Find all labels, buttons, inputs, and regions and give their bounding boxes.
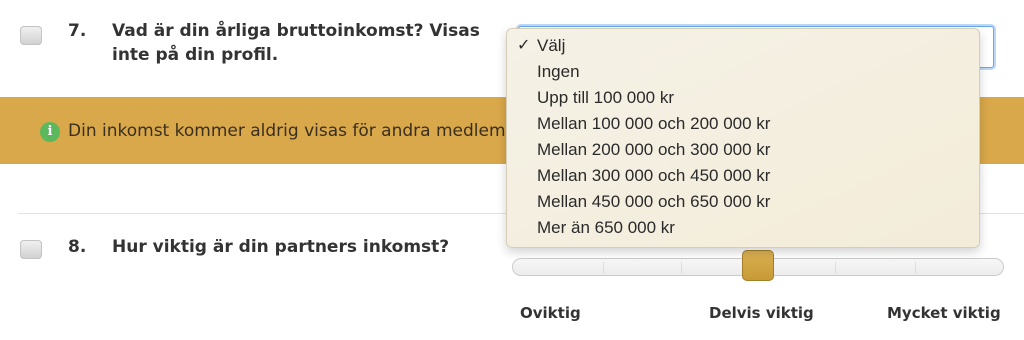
dropdown-option-label: Mellan 200 000 och 300 000 kr: [537, 140, 771, 159]
info-icon: i: [40, 122, 60, 142]
question-7-text: Vad är din årliga bruttoinkomst? Visas i…: [112, 19, 480, 67]
dropdown-option-label: Mer än 650 000 kr: [537, 218, 675, 237]
dropdown-option[interactable]: Upp till 100 000 kr: [507, 85, 979, 111]
dropdown-option-label: Mellan 300 000 och 450 000 kr: [537, 166, 771, 185]
slider-tick: [835, 262, 836, 273]
question-8-checkbox[interactable]: [20, 240, 42, 259]
question-8-text: Hur viktig är din partners inkomst?: [112, 237, 450, 257]
dropdown-option[interactable]: Mellan 200 000 och 300 000 kr: [507, 137, 979, 163]
checkmark-icon: ✓: [517, 37, 531, 54]
info-text: Din inkomst kommer aldrig visas för andr…: [68, 121, 508, 141]
question-7-checkbox[interactable]: [20, 26, 42, 45]
dropdown-option[interactable]: Mellan 300 000 och 450 000 kr: [507, 163, 979, 189]
dropdown-option[interactable]: Ingen: [507, 59, 979, 85]
question-7-text-line2: inte på din profil.: [112, 45, 279, 65]
dropdown-option-label: Mellan 450 000 och 650 000 kr: [537, 192, 771, 211]
dropdown-option-label: Upp till 100 000 kr: [537, 88, 675, 107]
slider-tick: [915, 262, 916, 273]
dropdown-option-label: Mellan 100 000 och 200 000 kr: [537, 114, 771, 133]
dropdown-option-label: Välj: [537, 36, 566, 55]
income-dropdown-menu: ✓ Välj Ingen Upp till 100 000 kr Mellan 1…: [506, 28, 980, 248]
slider-tick: [681, 262, 682, 273]
importance-slider-handle[interactable]: [742, 250, 774, 281]
slider-label-mid: Delvis viktig: [709, 304, 814, 322]
question-7-number: 7.: [68, 21, 87, 41]
slider-tick: [603, 262, 604, 273]
dropdown-option[interactable]: Mellan 100 000 och 200 000 kr: [507, 111, 979, 137]
question-8-number: 8.: [68, 237, 87, 257]
dropdown-option[interactable]: ✓ Välj: [507, 33, 979, 59]
question-7-text-line1: Vad är din årliga bruttoinkomst? Visas: [112, 21, 480, 41]
slider-label-low: Oviktig: [520, 304, 581, 322]
dropdown-option[interactable]: Mellan 450 000 och 650 000 kr: [507, 189, 979, 215]
dropdown-option-label: Ingen: [537, 62, 580, 81]
dropdown-option[interactable]: Mer än 650 000 kr: [507, 215, 979, 241]
slider-label-high: Mycket viktig: [887, 304, 1001, 322]
